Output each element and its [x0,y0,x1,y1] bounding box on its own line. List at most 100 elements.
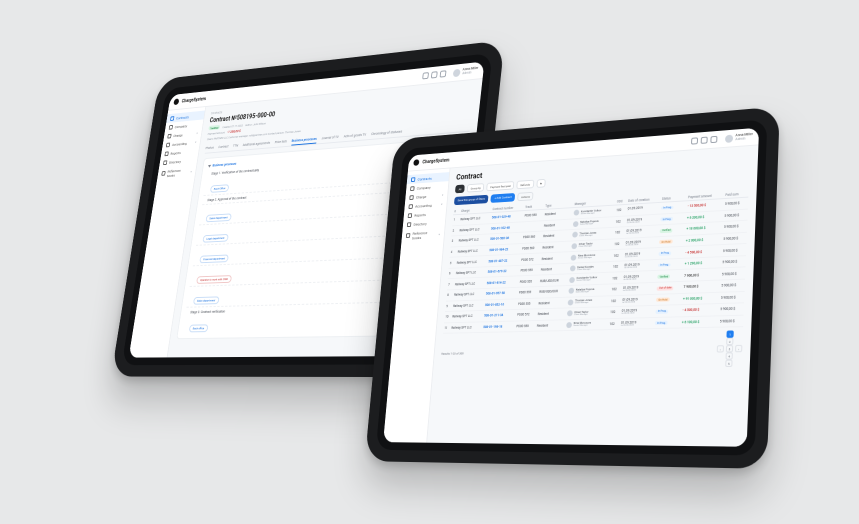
cell-status: Verified [657,270,684,283]
nav-icon [165,151,169,156]
cell-track: PD00 555 [518,287,539,299]
sidebar-item-reference-books[interactable]: Reference books ▾ [157,164,197,180]
role-chip[interactable]: Sales department [193,296,219,304]
role-chip[interactable]: Legal department [202,234,228,243]
add-contract-button[interactable]: + Add Contract [491,193,516,203]
tablet-right: ChargeSystem Anna Miller Admin [365,106,780,468]
sidebar-item-reference-books[interactable]: Reference books ▾ [401,227,444,243]
logo-icon [173,98,179,105]
sidebar-item-label: Accounting [415,203,432,209]
cell-charge: Railway SPT LLC [450,322,483,334]
cell-odc: 102 [609,307,621,319]
cell-odc: 102 [613,238,625,250]
chevron-down-icon: ▾ [442,193,444,197]
cell-odc: 102 [612,249,624,261]
avatar-icon [572,243,578,249]
filter-group[interactable]: Group by [467,183,485,192]
cell-charge: Railway SPT LLC [451,311,484,323]
actions-menu[interactable]: Actions [517,192,534,201]
mail-icon[interactable] [431,71,438,78]
user-role: Admin [462,70,478,75]
cell-odc: 102 [614,216,626,228]
notification-icon[interactable] [423,72,430,79]
tab-photos[interactable]: Photos [205,144,215,153]
save-filters-button[interactable]: Save this group of filters [454,195,489,205]
cell-odc: 102 [610,295,622,307]
mail-icon[interactable] [701,137,708,144]
nav-icon [161,171,165,176]
chevron-down-icon: ▾ [196,131,198,135]
role-chip[interactable]: Back Office [210,184,229,193]
tab-ttn[interactable]: TTN [232,142,238,151]
sidebar-item-label: Reference books [412,229,436,239]
filter-flag-icon[interactable]: ⚑ [536,179,546,188]
cell-paid: 5 900,00 $ [721,267,746,280]
sidebar-item-label: Accounting [172,141,187,147]
avatar [725,134,733,142]
tab-contract[interactable]: Contract [218,143,229,152]
calendar-icon[interactable] [711,136,718,143]
cell-payment: - 4 500,00 $ [681,304,719,317]
nav-icon [409,204,413,209]
pager-page[interactable]: 3 [726,345,733,352]
nav-icon [408,213,412,218]
calendar-icon[interactable] [440,70,447,77]
created-meta: Created: 07.11.2022 [222,123,243,129]
payment-amount: -1 200,00 $ [227,129,241,134]
author-meta: Author: John Wilson [245,121,266,127]
nav-icon [167,133,171,138]
role-chip[interactable]: Back office [189,324,208,332]
chevron-down-icon: ▾ [438,232,440,236]
filter-payment[interactable]: Payment first year [486,181,514,191]
pager-next[interactable]: › [735,345,742,352]
logo-icon [413,159,419,166]
nav-icon [407,222,411,227]
pager-summary: Results 1-20 of 308 [441,351,463,355]
avatar-icon [571,254,577,260]
avatar [453,68,461,76]
nav-icon [410,186,414,191]
avatar-icon [574,210,580,216]
cell-contract-number[interactable]: 508-01-198-18 [482,321,516,333]
sidebar-item-label: Charge [416,194,427,199]
cell-paid: 5 900,00 $ [719,303,744,316]
status-badge: Verified [208,125,220,131]
chevron-down-icon: ▾ [441,202,443,206]
filter-all[interactable]: All [455,184,465,193]
brand: ChargeSystem [422,157,450,164]
nav-icon [411,177,415,182]
cell-track: PD00 572 [516,309,537,321]
nav-icon [169,125,173,130]
pager-prev[interactable]: ‹ [717,346,724,353]
notification-icon[interactable] [691,137,698,144]
tab-chronology-of-statuses[interactable]: Chronology of statuses [371,128,403,139]
cell-paid: 5 900,00 $ [721,256,746,269]
user-menu[interactable]: Anna Miller Admin [453,66,478,76]
tab-price-lists[interactable]: Price lists [274,138,287,147]
cell-odc: 102 [611,272,623,284]
pager-page[interactable]: 4 [725,353,732,360]
cell-date: 01.09.2019to 05.05.2020 [620,306,655,319]
filter-refunds[interactable]: Refunds [517,180,534,189]
sidebar-item-label: Charge [173,132,183,137]
cell-paid: 5 900,00 $ [720,279,745,292]
sidebar-item-label: Company [417,185,431,190]
cell-paid: 5 900,00 $ [720,291,745,304]
sidebar-item-label: Directory [413,221,427,226]
tab-journal-of-tv[interactable]: Journal of TV [321,133,339,143]
chevron-down-icon: ▾ [195,140,197,144]
cell-contract-number[interactable]: 508-01-211-34 [483,310,517,322]
user-menu[interactable]: Anna Miller Admin [725,133,753,143]
role-chip[interactable]: Financial department [199,254,229,263]
cell-track: PD00 555 [519,264,540,276]
sidebar-item-label: Reports [414,212,426,217]
role-chip[interactable]: Operator to work with CRM [196,275,232,284]
tab-acts-of-goods-tv[interactable]: Acts of goods TV [343,131,367,141]
pager-page[interactable]: 5 [725,360,732,367]
caret-down-icon [208,164,211,167]
cell-odc: 102 [612,261,624,273]
role-chip[interactable]: Sales department [205,213,231,222]
cell-track: PD00 555 [518,275,539,287]
tab-business-processes[interactable]: Business processes [291,135,317,146]
tab-additional-agreements[interactable]: Additional agreements [242,139,270,150]
